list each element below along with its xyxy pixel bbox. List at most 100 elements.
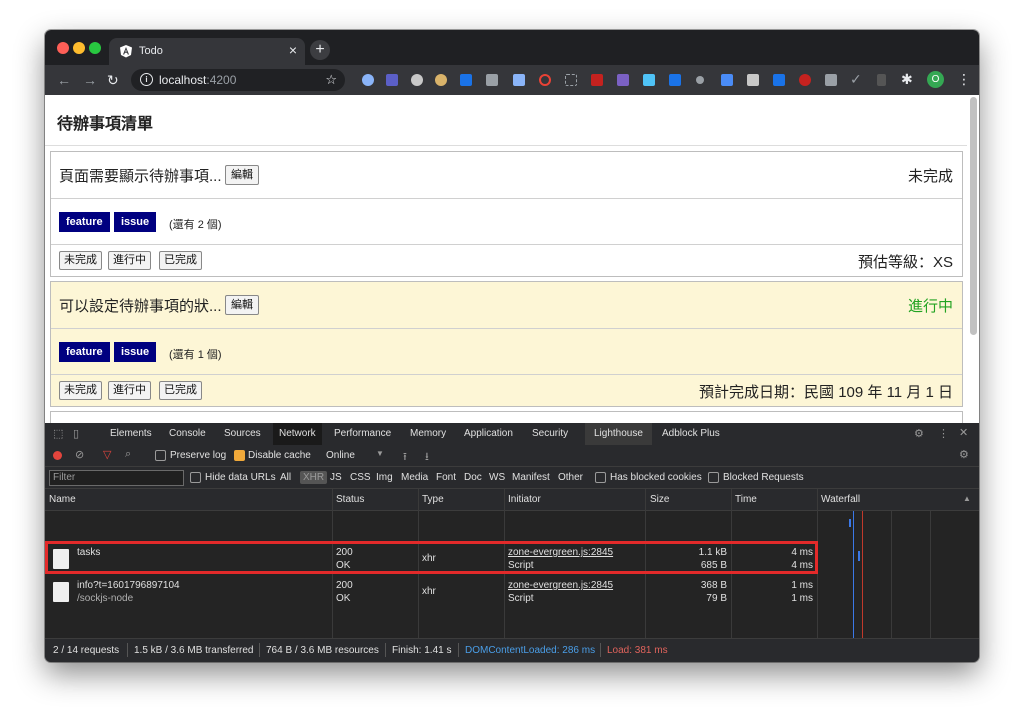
search-icon[interactable]: ⌕ [125, 448, 131, 461]
extension-phone-icon[interactable] [877, 74, 886, 86]
extension-leaf-icon[interactable] [435, 74, 447, 86]
close-devtools-icon[interactable]: ✕ [959, 426, 968, 439]
extension-trello-blue-icon[interactable] [773, 74, 785, 86]
record-icon[interactable] [53, 451, 62, 460]
initiator-link[interactable]: zone-evergreen.js:2845 [508, 580, 613, 591]
disable-cache-checkbox[interactable] [234, 450, 245, 461]
column-time[interactable]: Time [735, 494, 757, 505]
filter-js[interactable]: JS [330, 472, 342, 483]
tab-network[interactable]: Network [273, 423, 322, 445]
extension-block-icon[interactable] [539, 74, 551, 86]
extension-red-icon[interactable] [591, 74, 603, 86]
devtools-panel: ⬚ ▯ Elements Console Sources Network Per… [45, 423, 979, 662]
clear-icon[interactable]: ⊘ [75, 448, 84, 461]
filter-input[interactable]: Filter [49, 470, 184, 486]
tab-lighthouse[interactable]: Lighthouse [585, 423, 652, 445]
more-options-icon[interactable]: ⋮ [938, 427, 949, 440]
status-button-doing[interactable]: 進行中 [108, 251, 151, 270]
chevron-down-icon[interactable]: ▼ [376, 449, 384, 458]
tab-application[interactable]: Application [464, 428, 513, 439]
maximize-window-button[interactable] [89, 42, 101, 54]
close-window-button[interactable] [57, 42, 69, 54]
has-blocked-cookies-checkbox[interactable] [595, 472, 606, 483]
filter-manifest[interactable]: Manifest [512, 472, 550, 483]
network-settings-gear-icon[interactable]: ⚙ [959, 448, 969, 461]
extension-diamond-icon[interactable] [362, 74, 374, 86]
tab-console[interactable]: Console [169, 428, 206, 439]
extension-trello-icon[interactable] [721, 74, 733, 86]
filter-img[interactable]: Img [376, 472, 393, 483]
filter-media[interactable]: Media [401, 472, 428, 483]
browser-menu-icon[interactable]: ⋮ [957, 71, 971, 88]
extension-square-icon[interactable] [825, 74, 837, 86]
extension-grid-icon[interactable] [486, 74, 498, 86]
forward-arrow-icon[interactable]: → [83, 72, 97, 88]
request-name[interactable]: info?t=1601796897104 [77, 580, 180, 591]
extension-circle-icon[interactable] [411, 74, 423, 86]
extension-abp-icon[interactable] [799, 74, 811, 86]
column-status[interactable]: Status [336, 494, 364, 505]
filter-doc[interactable]: Doc [464, 472, 482, 483]
reload-icon[interactable]: ↻ [107, 72, 119, 89]
browser-tab[interactable]: Todo × [109, 38, 305, 65]
edit-button[interactable]: 編輯 [225, 295, 259, 315]
filter-other[interactable]: Other [558, 472, 583, 483]
throttle-select[interactable]: Online [326, 450, 355, 461]
status-button-todo[interactable]: 未完成 [59, 381, 102, 400]
new-tab-button[interactable]: + [310, 40, 330, 60]
tab-memory[interactable]: Memory [410, 428, 446, 439]
preserve-log-checkbox[interactable] [155, 450, 166, 461]
tab-performance[interactable]: Performance [334, 428, 391, 439]
column-initiator[interactable]: Initiator [508, 494, 541, 505]
site-info-icon[interactable]: i [140, 73, 153, 86]
extension-onenote-icon[interactable] [386, 74, 398, 86]
settings-gear-icon[interactable]: ⚙ [914, 427, 924, 440]
filter-all[interactable]: All [280, 472, 291, 483]
extension-blue-icon[interactable] [669, 74, 681, 86]
status-button-todo[interactable]: 未完成 [59, 251, 102, 270]
task-header: 頁面需要顯示待辦事項... 編輯 未完成 [51, 152, 962, 199]
blocked-requests-checkbox[interactable] [708, 472, 719, 483]
back-arrow-icon[interactable]: ← [57, 72, 71, 88]
extension-image-icon[interactable] [513, 74, 525, 86]
inspect-element-icon[interactable]: ⬚ [53, 427, 63, 440]
tab-elements[interactable]: Elements [110, 428, 152, 439]
address-bar[interactable]: i localhost:4200 ☆ [131, 69, 345, 91]
filter-font[interactable]: Font [436, 472, 456, 483]
tab-adblock-plus[interactable]: Adblock Plus [662, 428, 720, 439]
import-har-icon[interactable]: ⭱ [403, 448, 407, 467]
extension-purple-icon[interactable] [617, 74, 629, 86]
bookmark-star-icon[interactable]: ☆ [325, 72, 337, 88]
tab-sources[interactable]: Sources [224, 428, 261, 439]
extensions-puzzle-icon[interactable]: ✱ [901, 71, 913, 88]
edit-button[interactable]: 編輯 [225, 165, 259, 185]
device-toolbar-icon[interactable]: ▯ [73, 427, 79, 440]
hide-data-urls-checkbox[interactable] [190, 472, 201, 483]
sort-ascending-icon[interactable]: ▲ [963, 494, 971, 503]
status-button-doing[interactable]: 進行中 [108, 381, 151, 400]
extension-new-icon[interactable] [460, 74, 472, 86]
extension-dashed-icon[interactable] [565, 74, 577, 86]
extension-dot-icon[interactable] [696, 76, 704, 84]
filter-funnel-icon[interactable]: ▽ [103, 448, 111, 461]
export-har-icon[interactable]: ⭳ [425, 448, 429, 467]
extension-trello-gray-icon[interactable] [747, 74, 759, 86]
status-button-done[interactable]: 已完成 [159, 251, 202, 270]
table-row[interactable]: info?t=1601796897104 /sockjs-node 200 OK… [45, 577, 817, 607]
profile-avatar[interactable]: O [927, 71, 944, 88]
close-tab-icon[interactable]: × [289, 42, 297, 58]
extension-check-icon[interactable]: ✓ [850, 71, 862, 88]
tab-security[interactable]: Security [532, 428, 568, 439]
status-button-done[interactable]: 已完成 [159, 381, 202, 400]
filter-ws[interactable]: WS [489, 472, 505, 483]
minimize-window-button[interactable] [73, 42, 85, 54]
page-scrollbar[interactable] [970, 97, 977, 335]
column-type[interactable]: Type [422, 494, 444, 505]
column-size[interactable]: Size [650, 494, 669, 505]
filter-css[interactable]: CSS [350, 472, 371, 483]
extension-tile-icon[interactable] [643, 74, 655, 86]
waterfall-chart[interactable] [817, 511, 979, 639]
filter-xhr[interactable]: XHR [300, 471, 328, 484]
column-name[interactable]: Name [49, 494, 76, 505]
column-waterfall[interactable]: Waterfall [821, 494, 860, 505]
